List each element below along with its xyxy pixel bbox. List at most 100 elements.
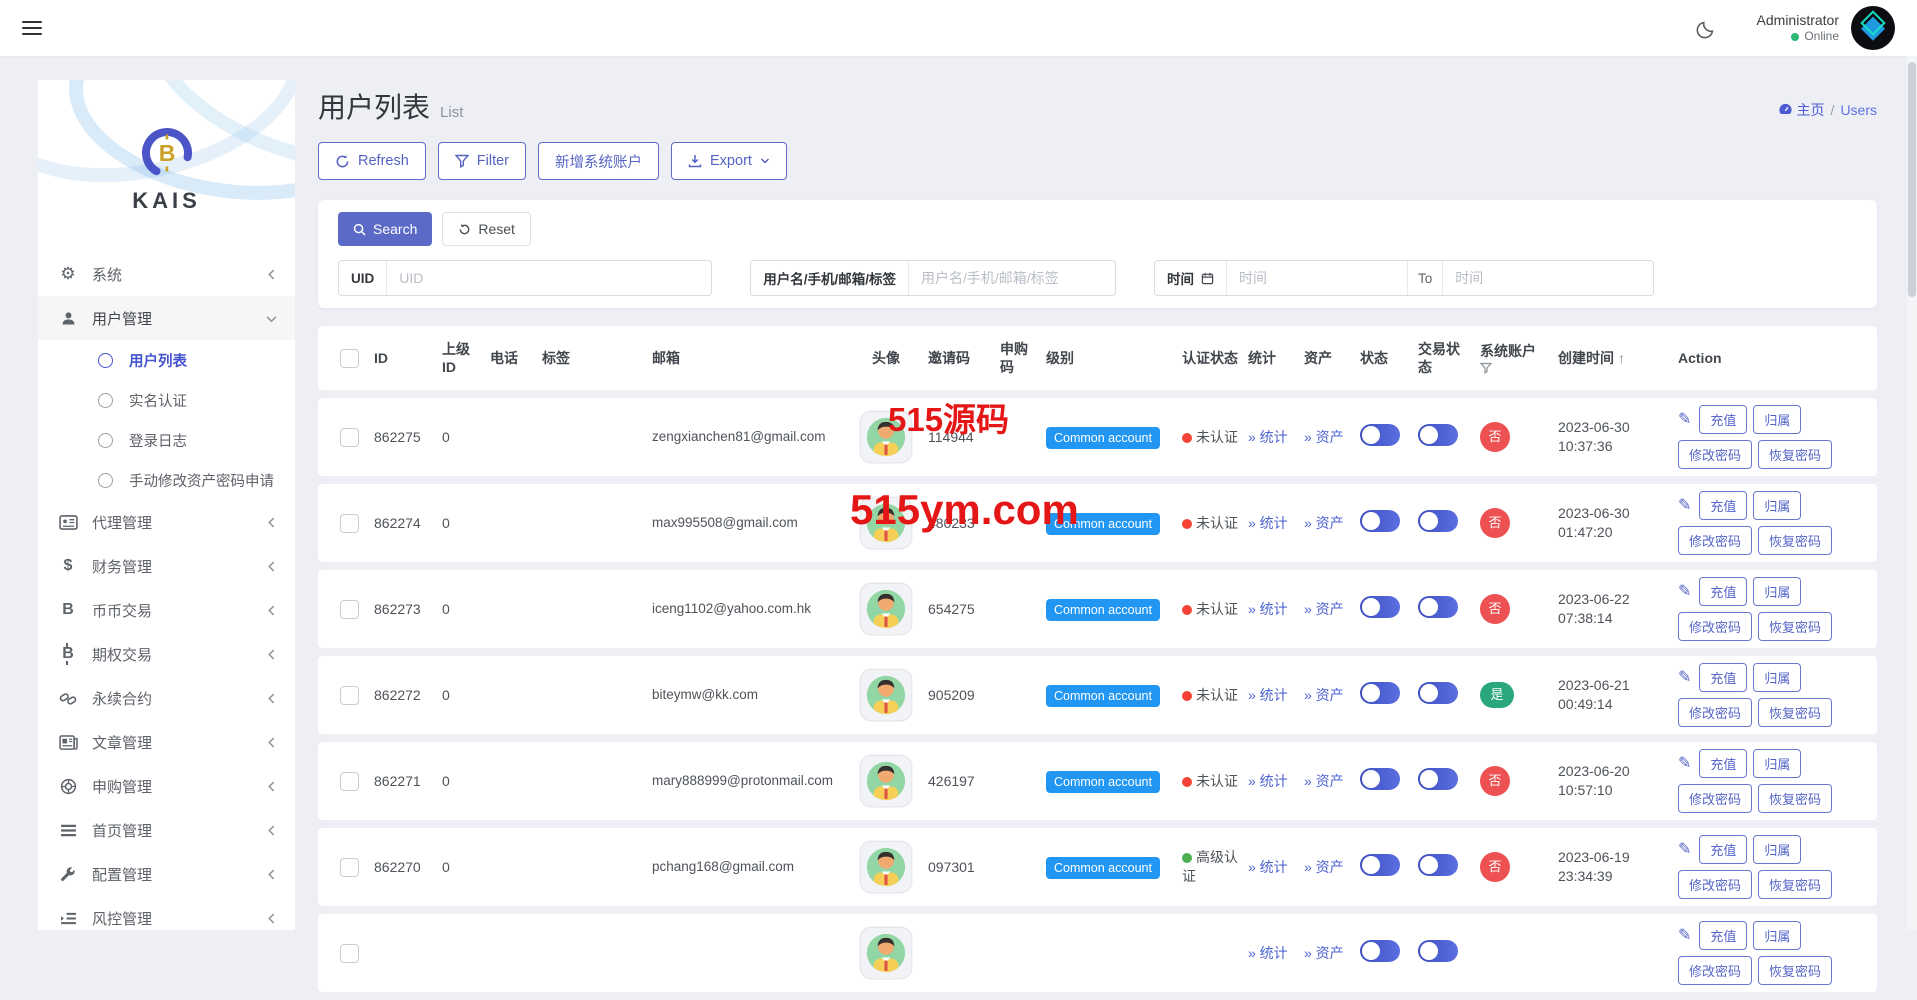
- stats-link[interactable]: » 统计: [1248, 945, 1288, 961]
- breadcrumb-home[interactable]: 主页: [1778, 100, 1825, 120]
- belong-button[interactable]: 归属: [1753, 749, 1802, 778]
- assets-link[interactable]: » 资产: [1304, 601, 1344, 617]
- sidebar-item[interactable]: 代理管理: [38, 500, 295, 544]
- avatar[interactable]: [1851, 6, 1895, 50]
- sidebar-subitem[interactable]: 实名认证: [38, 380, 295, 420]
- search-button[interactable]: Search: [338, 212, 433, 246]
- trade-status-toggle[interactable]: [1418, 423, 1458, 446]
- row-checkbox[interactable]: [339, 599, 359, 619]
- edit-icon[interactable]: ✎: [1678, 839, 1691, 861]
- sidebar-item[interactable]: B 币币交易: [38, 588, 295, 632]
- status-toggle[interactable]: [1360, 423, 1400, 446]
- edit-icon[interactable]: ✎: [1678, 753, 1691, 775]
- sidebar-item[interactable]: $ 财务管理: [38, 544, 295, 588]
- edit-icon[interactable]: ✎: [1678, 667, 1691, 689]
- filter-button[interactable]: Filter: [437, 142, 527, 180]
- trade-status-toggle[interactable]: [1418, 939, 1458, 962]
- trade-status-toggle[interactable]: [1418, 595, 1458, 618]
- trade-status-toggle[interactable]: [1418, 681, 1458, 704]
- change-password-button[interactable]: 修改密码: [1678, 870, 1753, 899]
- sidebar-item[interactable]: 用户管理: [38, 296, 295, 340]
- sidebar-item[interactable]: B 期权交易: [38, 632, 295, 676]
- row-checkbox[interactable]: [339, 771, 359, 791]
- trade-status-toggle[interactable]: [1418, 509, 1458, 532]
- status-toggle[interactable]: [1360, 595, 1400, 618]
- export-button[interactable]: Export: [671, 142, 787, 180]
- row-checkbox[interactable]: [339, 427, 359, 447]
- row-checkbox[interactable]: [339, 685, 359, 705]
- sidebar-item[interactable]: 首页管理: [38, 808, 295, 852]
- status-toggle[interactable]: [1360, 509, 1400, 532]
- recharge-button[interactable]: 充值: [1699, 405, 1748, 434]
- belong-button[interactable]: 归属: [1753, 405, 1802, 434]
- status-toggle[interactable]: [1360, 939, 1400, 962]
- assets-link[interactable]: » 资产: [1304, 429, 1344, 445]
- add-system-account-button[interactable]: 新增系统账户: [538, 142, 660, 180]
- dark-mode-toggle[interactable]: [1696, 18, 1717, 39]
- time-to-input[interactable]: [1443, 261, 1654, 295]
- sidebar-subitem[interactable]: 手动修改资产密码申请: [38, 460, 295, 500]
- sidebar-item[interactable]: 风控管理: [38, 896, 295, 930]
- belong-button[interactable]: 归属: [1753, 663, 1802, 692]
- edit-icon[interactable]: ✎: [1678, 409, 1691, 431]
- change-password-button[interactable]: 修改密码: [1678, 698, 1753, 727]
- restore-password-button[interactable]: 恢复密码: [1758, 612, 1833, 641]
- trade-status-toggle[interactable]: [1418, 853, 1458, 876]
- column-header-created[interactable]: 创建时间 ↑: [1558, 349, 1678, 367]
- sidebar-item[interactable]: ⚙ 系统: [38, 252, 295, 296]
- change-password-button[interactable]: 修改密码: [1678, 612, 1753, 641]
- edit-icon[interactable]: ✎: [1678, 581, 1691, 603]
- belong-button[interactable]: 归属: [1753, 577, 1802, 606]
- change-password-button[interactable]: 修改密码: [1678, 526, 1753, 555]
- stats-link[interactable]: » 统计: [1248, 515, 1288, 531]
- sidebar-subitem[interactable]: 用户列表: [38, 340, 295, 380]
- recharge-button[interactable]: 充值: [1699, 577, 1748, 606]
- stats-link[interactable]: » 统计: [1248, 687, 1288, 703]
- assets-link[interactable]: » 资产: [1304, 687, 1344, 703]
- keyword-input[interactable]: [909, 261, 1116, 295]
- sidebar-item[interactable]: 文章管理: [38, 720, 295, 764]
- hamburger-menu-icon[interactable]: [22, 17, 42, 39]
- edit-icon[interactable]: ✎: [1678, 495, 1691, 517]
- uid-input[interactable]: [387, 261, 712, 295]
- breadcrumb-current[interactable]: Users: [1840, 102, 1877, 118]
- restore-password-button[interactable]: 恢复密码: [1758, 698, 1833, 727]
- stats-link[interactable]: » 统计: [1248, 601, 1288, 617]
- refresh-button[interactable]: Refresh: [318, 142, 426, 180]
- status-toggle[interactable]: [1360, 681, 1400, 704]
- change-password-button[interactable]: 修改密码: [1678, 784, 1753, 813]
- belong-button[interactable]: 归属: [1753, 491, 1802, 520]
- assets-link[interactable]: » 资产: [1304, 515, 1344, 531]
- stats-link[interactable]: » 统计: [1248, 773, 1288, 789]
- reset-button[interactable]: Reset: [442, 212, 531, 246]
- restore-password-button[interactable]: 恢复密码: [1758, 870, 1833, 899]
- recharge-button[interactable]: 充值: [1699, 491, 1748, 520]
- trade-status-toggle[interactable]: [1418, 767, 1458, 790]
- assets-link[interactable]: » 资产: [1304, 859, 1344, 875]
- scrollbar-thumb[interactable]: [1908, 62, 1916, 297]
- restore-password-button[interactable]: 恢复密码: [1758, 526, 1833, 555]
- time-from-input[interactable]: [1227, 261, 1408, 295]
- restore-password-button[interactable]: 恢复密码: [1758, 956, 1833, 985]
- select-all-checkbox[interactable]: [339, 348, 359, 368]
- recharge-button[interactable]: 充值: [1699, 663, 1748, 692]
- sidebar-item[interactable]: 永续合约: [38, 676, 295, 720]
- stats-link[interactable]: » 统计: [1248, 429, 1288, 445]
- recharge-button[interactable]: 充值: [1699, 835, 1748, 864]
- restore-password-button[interactable]: 恢复密码: [1758, 784, 1833, 813]
- edit-icon[interactable]: ✎: [1678, 925, 1691, 947]
- row-checkbox[interactable]: [339, 513, 359, 533]
- belong-button[interactable]: 归属: [1753, 921, 1802, 950]
- sidebar-item[interactable]: 配置管理: [38, 852, 295, 896]
- sidebar-subitem[interactable]: 登录日志: [38, 420, 295, 460]
- stats-link[interactable]: » 统计: [1248, 859, 1288, 875]
- change-password-button[interactable]: 修改密码: [1678, 956, 1753, 985]
- row-checkbox[interactable]: [339, 943, 359, 963]
- recharge-button[interactable]: 充值: [1699, 749, 1748, 778]
- sort-asc-icon[interactable]: ↑: [1618, 350, 1625, 366]
- column-filter-icon[interactable]: [1480, 362, 1492, 374]
- status-toggle[interactable]: [1360, 853, 1400, 876]
- row-checkbox[interactable]: [339, 857, 359, 877]
- recharge-button[interactable]: 充值: [1699, 921, 1748, 950]
- sidebar-item[interactable]: 申购管理: [38, 764, 295, 808]
